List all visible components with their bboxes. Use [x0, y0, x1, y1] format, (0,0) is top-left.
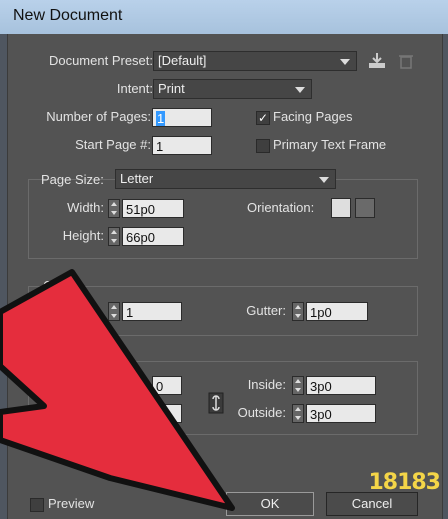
watermark-logo: 18183: [368, 470, 441, 495]
new-document-dialog: Document Preset: [Default] Intent: Print…: [7, 34, 443, 519]
inside-stepper[interactable]: [292, 376, 304, 395]
inside-label: Inside:: [247, 377, 286, 392]
document-preset-label: Document Preset:: [48, 53, 153, 68]
gutter-value: 1p0: [310, 305, 332, 320]
columns-number-stepper[interactable]: [108, 302, 120, 321]
page-size-label: Page Size:: [41, 172, 104, 187]
window-title: New Document: [13, 7, 123, 24]
start-page-value: 1: [156, 139, 164, 154]
intent-value: Print: [158, 81, 185, 96]
columns-number-label: Nu: [43, 303, 60, 318]
page-size-value: Letter: [120, 171, 154, 186]
width-input[interactable]: 51p0: [122, 199, 184, 218]
height-value: 66p0: [126, 230, 155, 245]
inside-input[interactable]: 3p0: [306, 376, 376, 395]
width-value: 51p0: [126, 202, 155, 217]
gutter-input[interactable]: 1p0: [306, 302, 368, 321]
document-preset-dropdown[interactable]: [Default]: [153, 51, 357, 71]
start-page-input[interactable]: 1: [152, 136, 212, 155]
save-preset-icon[interactable]: [367, 51, 387, 71]
orientation-label: Orientation:: [247, 200, 315, 215]
number-of-pages-value: 1: [156, 111, 166, 126]
number-of-pages-input[interactable]: 1: [152, 108, 212, 127]
outside-input[interactable]: 3p0: [306, 404, 376, 423]
primary-text-frame-checkbox[interactable]: [256, 139, 270, 153]
gutter-stepper[interactable]: [292, 302, 304, 321]
ok-button[interactable]: OK: [226, 492, 314, 516]
width-stepper[interactable]: [108, 199, 120, 218]
preview-label: Preview: [48, 496, 95, 511]
primary-text-frame-label: Primary Text Frame: [273, 137, 387, 152]
inside-value: 3p0: [310, 379, 332, 394]
landscape-orientation-icon[interactable]: [355, 198, 375, 218]
intent-label: Intent:: [116, 81, 153, 96]
height-input[interactable]: 66p0: [122, 227, 184, 246]
facing-pages-label: Facing Pages: [273, 109, 353, 124]
chevron-down-icon: [319, 177, 329, 183]
portrait-orientation-icon[interactable]: [331, 198, 351, 218]
height-label: Height:: [62, 228, 104, 243]
top-margin-value: 0: [156, 379, 164, 394]
preview-checkbox[interactable]: [30, 498, 44, 512]
height-stepper[interactable]: [108, 227, 120, 246]
document-preset-value: [Default]: [158, 53, 207, 68]
title-bar: New Document: [0, 0, 448, 34]
width-label: Width:: [67, 200, 104, 215]
facing-pages-checkbox[interactable]: ✓: [256, 111, 270, 125]
start-page-label: Start Page #:: [75, 137, 151, 152]
trash-icon[interactable]: [396, 51, 416, 71]
columns-title: Colu: [40, 278, 73, 293]
outside-label: Outside:: [237, 405, 286, 420]
chevron-down-icon: [295, 87, 305, 93]
columns-number-value: 1: [126, 305, 134, 320]
page-size-group: [28, 179, 418, 259]
outside-value: 3p0: [310, 407, 332, 422]
columns-number-input[interactable]: 1: [122, 302, 182, 321]
gutter-label: Gutter:: [246, 303, 286, 318]
page-size-dropdown[interactable]: Letter: [115, 169, 336, 189]
cancel-button[interactable]: Cancel: [326, 492, 418, 516]
top-margin-input[interactable]: 0: [152, 376, 182, 395]
bottom-margin-input[interactable]: 0: [152, 404, 182, 423]
bottom-margin-value: 0: [156, 407, 164, 422]
number-of-pages-label: Number of Pages:: [46, 109, 151, 124]
chevron-down-icon: [340, 59, 350, 65]
outside-stepper[interactable]: [292, 404, 304, 423]
intent-dropdown[interactable]: Print: [153, 79, 312, 99]
